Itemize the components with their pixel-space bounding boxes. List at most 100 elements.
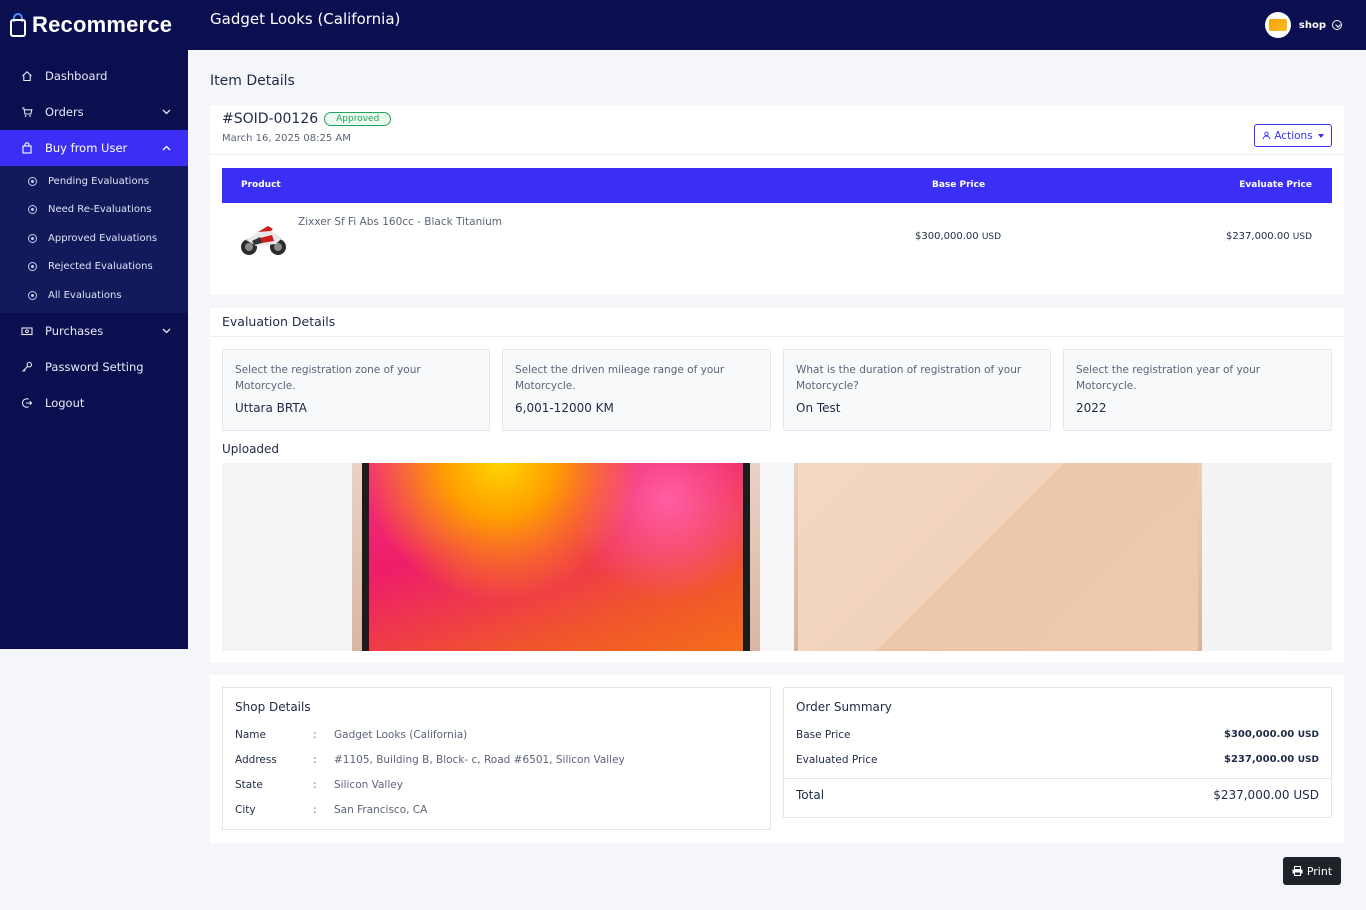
- divider: [784, 778, 1331, 779]
- sidebar-item-label: Purchases: [45, 323, 104, 338]
- summary-row-evaluated-price: Evaluated Price $237,000.00 USD: [796, 754, 1319, 766]
- order-summary-panel: Order Summary Base Price $300,000.00 USD…: [783, 687, 1332, 818]
- summary-amount: $300,000.00: [1224, 729, 1295, 740]
- sidebar-item-label: Password Setting: [45, 359, 144, 374]
- home-icon: [20, 69, 34, 83]
- evaluation-card: Evaluation Details Select the registrati…: [210, 308, 1344, 663]
- shop-title: Gadget Looks (California): [210, 10, 401, 28]
- evaluation-title: Evaluation Details: [222, 314, 336, 329]
- users-icon: [1263, 131, 1271, 140]
- field-separator: :: [313, 779, 317, 791]
- actions-dropdown-button[interactable]: Actions: [1254, 124, 1332, 147]
- table-row: Zixxer Sf Fi Abs 160cc - Black Titanium …: [222, 203, 1332, 273]
- currency-code: USD: [1297, 755, 1319, 765]
- uploaded-image[interactable]: [794, 463, 1202, 651]
- field-separator: :: [313, 754, 317, 766]
- total-value: $237,000.00 USD: [1213, 788, 1319, 802]
- sidebar-subitem-need-re-evaluations[interactable]: Need Re-Evaluations: [0, 196, 188, 225]
- sidebar-subitem-rejected-evaluations[interactable]: Rejected Evaluations: [0, 253, 188, 282]
- currency-code: USD: [1297, 730, 1319, 740]
- column-header-base-price: Base Price: [932, 180, 986, 190]
- field-value: #1105, Building B, Block- c, Road #6501,…: [334, 754, 625, 766]
- chevron-down-icon: [160, 325, 172, 337]
- order-date: March 16, 2025 08:25 AM: [222, 133, 351, 144]
- evaluation-question: Select the driven mileage range of your …: [515, 364, 725, 392]
- dot-circle-icon: [28, 290, 37, 300]
- sidebar-subitem-pending-evaluations[interactable]: Pending Evaluations: [0, 167, 188, 196]
- printer-icon: [1292, 866, 1303, 876]
- field-value: San Francisco, CA: [334, 804, 428, 816]
- field-label: Name: [235, 729, 266, 741]
- brand-name: Recommerce: [32, 12, 173, 37]
- summary-label: Base Price: [796, 729, 851, 741]
- order-id: #SOID-00126: [222, 111, 319, 127]
- caret-down-icon: [1317, 133, 1324, 138]
- evaluation-question: Select the registration zone of your Mot…: [235, 364, 421, 392]
- uploaded-image[interactable]: [352, 463, 760, 651]
- shop-details-title: Shop Details: [235, 700, 311, 714]
- item-card: #SOID-00126 Approved March 16, 2025 08:2…: [210, 105, 1344, 295]
- base-price-cell: $300,000.00 USD: [915, 231, 1001, 242]
- chevron-down-circle-icon: [1332, 20, 1342, 30]
- field-label: Address: [235, 754, 277, 766]
- summary-row-base-price: Base Price $300,000.00 USD: [796, 729, 1319, 741]
- sidebar-subitem-label: Rejected Evaluations: [48, 261, 153, 273]
- sidebar-subitem-label: Approved Evaluations: [48, 232, 158, 244]
- field-label: State: [235, 779, 263, 791]
- summary-value: $300,000.00 USD: [1224, 729, 1319, 740]
- user-menu[interactable]: shop: [1264, 12, 1342, 38]
- sidebar-subitem-label: Pending Evaluations: [48, 175, 150, 187]
- evaluation-answer: On Test: [796, 401, 841, 415]
- evaluation-answer-box: Select the registration year of your Mot…: [1063, 349, 1332, 431]
- product-name-link[interactable]: Zixxer Sf Fi Abs 160cc - Black Titanium: [298, 216, 502, 228]
- brand-logo[interactable]: Recommerce: [0, 0, 188, 50]
- key-icon: [20, 360, 34, 374]
- sidebar-nav: Dashboard Orders Buy from User Pending E…: [0, 58, 188, 421]
- money-icon: [20, 324, 34, 338]
- sidebar-item-orders[interactable]: Orders: [0, 94, 188, 130]
- sidebar-subitem-label: Need Re-Evaluations: [48, 204, 152, 216]
- print-button[interactable]: Print: [1283, 857, 1341, 885]
- field-separator: :: [313, 804, 317, 816]
- product-image: [241, 226, 286, 255]
- column-header-evaluate-price: Evaluate Price: [1239, 180, 1312, 190]
- sidebar-subitem-all-evaluations[interactable]: All Evaluations: [0, 281, 188, 310]
- evaluation-question: Select the registration year of your Mot…: [1076, 364, 1261, 392]
- product-table: Product Base Price Evaluate Price Zixxer…: [222, 168, 1332, 273]
- sidebar-item-label: Orders: [45, 105, 84, 119]
- evaluation-answer: 6,001-12000 KM: [515, 401, 614, 415]
- dot-circle-icon: [28, 176, 37, 186]
- sidebar-subitem-approved-evaluations[interactable]: Approved Evaluations: [0, 224, 188, 253]
- sidebar-item-purchases[interactable]: Purchases: [0, 313, 188, 349]
- top-header: Gadget Looks (California) shop: [188, 0, 1366, 50]
- field-separator: :: [313, 729, 317, 741]
- evaluation-answer: Uttara BRTA: [235, 401, 307, 415]
- logout-icon: [20, 396, 34, 410]
- sidebar-item-dashboard[interactable]: Dashboard: [0, 58, 188, 94]
- cart-icon: [20, 105, 34, 119]
- sidebar-item-logout[interactable]: Logout: [0, 385, 188, 421]
- currency-code: USD: [981, 232, 1002, 242]
- field-label: City: [235, 804, 256, 816]
- sidebar-item-password-setting[interactable]: Password Setting: [0, 349, 188, 385]
- evaluation-answer-box: Select the registration zone of your Mot…: [222, 349, 490, 431]
- summary-value: $237,000.00 USD: [1224, 754, 1319, 765]
- sidebar-item-buy-from-user[interactable]: Buy from User: [0, 130, 188, 166]
- sidebar: Recommerce Dashboard Orders Buy from Use…: [0, 0, 188, 649]
- bag-icon: [20, 141, 34, 155]
- evaluation-answer-box: What is the duration of registration of …: [783, 349, 1051, 431]
- summary-label: Evaluated Price: [796, 754, 878, 766]
- status-badge: Approved: [324, 112, 392, 126]
- divider: [210, 154, 1344, 155]
- sidebar-item-label: Buy from User: [45, 141, 128, 155]
- sidebar-subitem-label: All Evaluations: [48, 289, 122, 301]
- chevron-up-icon: [160, 142, 172, 154]
- page-title: Item Details: [210, 73, 295, 89]
- uploaded-label: Uploaded: [222, 442, 280, 456]
- summary-amount: $237,000.00: [1224, 754, 1295, 765]
- print-label: Print: [1306, 864, 1333, 878]
- divider: [210, 336, 1344, 337]
- evaluation-question: What is the duration of registration of …: [796, 364, 1022, 392]
- sidebar-item-label: Dashboard: [45, 69, 108, 83]
- column-header-product: Product: [241, 180, 281, 190]
